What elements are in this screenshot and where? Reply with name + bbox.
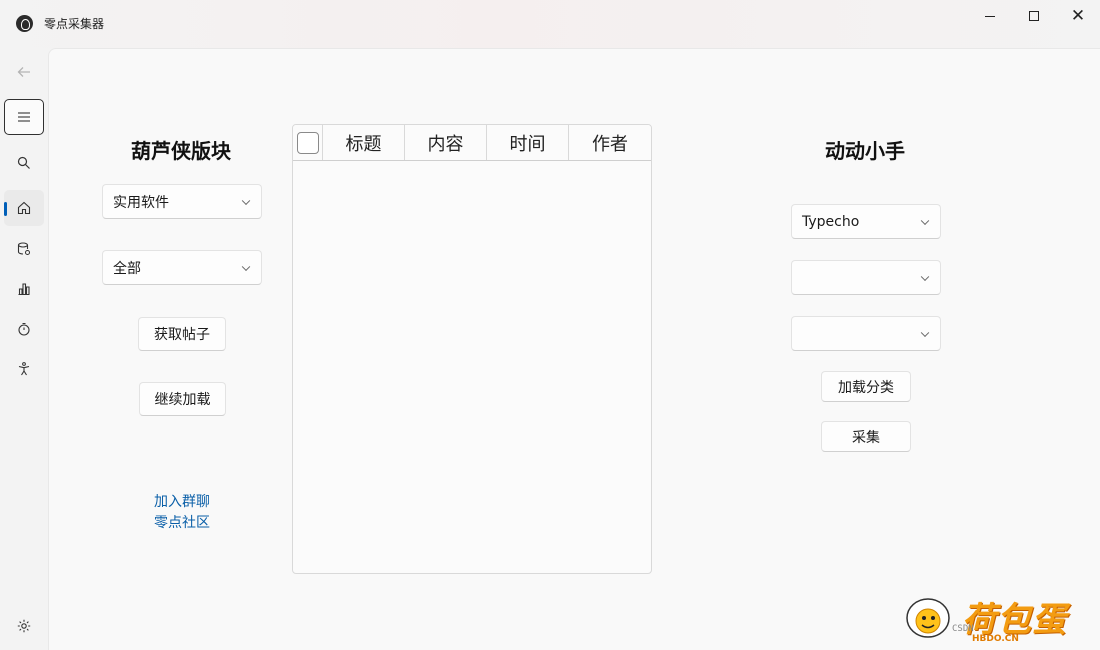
cms-type-combobox-value: Typecho [802, 213, 860, 230]
target-category-combobox[interactable] [791, 316, 941, 351]
gear-icon [17, 619, 31, 633]
maximize-icon [1029, 11, 1039, 21]
posts-table: 标题 内容 时间 作者 [292, 124, 652, 574]
timer-icon [18, 322, 30, 336]
app-title: 零点采集器 [44, 17, 105, 31]
maximize-button[interactable] [1011, 0, 1057, 32]
chevron-down-icon [920, 272, 930, 281]
main-content: 葫芦侠版块 实用软件 全部 获取帖子 继续加载 加入群聊 零点社区 标题 内容 … [48, 48, 1100, 650]
navigation-pane [0, 48, 48, 650]
load-more-button[interactable]: 继续加载 [139, 382, 226, 416]
minimize-icon [985, 15, 995, 17]
hamburger-menu-icon [18, 112, 30, 122]
right-section-title: 动动小手 [825, 139, 905, 163]
watermark-site: HBDO.CN [972, 634, 1019, 644]
column-header-author[interactable]: 作者 [569, 125, 651, 160]
select-all-checkbox[interactable] [296, 131, 319, 154]
join-group-link[interactable]: 加入群聊 [142, 491, 222, 511]
collect-button[interactable]: 采集 [821, 421, 911, 452]
left-section-title: 葫芦侠版块 [131, 139, 231, 163]
back-button[interactable] [4, 54, 44, 90]
app-logo-icon [16, 15, 33, 32]
database-icon [17, 242, 30, 255]
category-combobox-value: 实用软件 [113, 194, 169, 211]
category-combobox[interactable]: 实用软件 [102, 184, 262, 219]
column-header-title[interactable]: 标题 [323, 125, 405, 160]
nav-item-accessibility[interactable] [4, 351, 44, 387]
chevron-down-icon [241, 262, 251, 271]
nav-item-chart[interactable] [4, 271, 44, 307]
accessibility-icon [18, 362, 30, 376]
search-icon [17, 156, 30, 169]
nav-item-database[interactable] [4, 231, 44, 267]
watermark-small-text: CSDN [952, 624, 974, 634]
filter-combobox[interactable]: 全部 [102, 250, 262, 285]
nav-item-settings[interactable] [4, 608, 44, 644]
load-categories-button[interactable]: 加载分类 [821, 371, 911, 402]
filter-combobox-value: 全部 [113, 260, 141, 277]
target-site-combobox[interactable] [791, 260, 941, 295]
menu-toggle-button[interactable] [4, 99, 44, 135]
community-link[interactable]: 零点社区 [142, 512, 222, 532]
mascot-logo-icon [906, 598, 950, 638]
title-bar: 零点采集器 ✕ [0, 0, 1100, 48]
chevron-down-icon [920, 216, 930, 225]
cms-type-combobox[interactable]: Typecho [791, 204, 941, 239]
nav-item-home[interactable] [4, 190, 44, 226]
selection-indicator [4, 202, 7, 216]
chevron-down-icon [920, 328, 930, 337]
bar-chart-icon [18, 283, 30, 296]
posts-table-header: 标题 内容 时间 作者 [293, 125, 651, 161]
home-icon [17, 201, 31, 215]
back-arrow-icon [17, 67, 30, 77]
close-button[interactable]: ✕ [1055, 0, 1100, 32]
close-icon: ✕ [1070, 5, 1086, 26]
minimize-button[interactable] [967, 0, 1013, 32]
nav-item-search[interactable] [4, 145, 44, 181]
column-header-time[interactable]: 时间 [487, 125, 569, 160]
select-all-cell [293, 125, 323, 160]
column-header-content[interactable]: 内容 [405, 125, 487, 160]
chevron-down-icon [241, 196, 251, 205]
nav-item-timer[interactable] [4, 311, 44, 347]
fetch-posts-button[interactable]: 获取帖子 [138, 317, 226, 351]
